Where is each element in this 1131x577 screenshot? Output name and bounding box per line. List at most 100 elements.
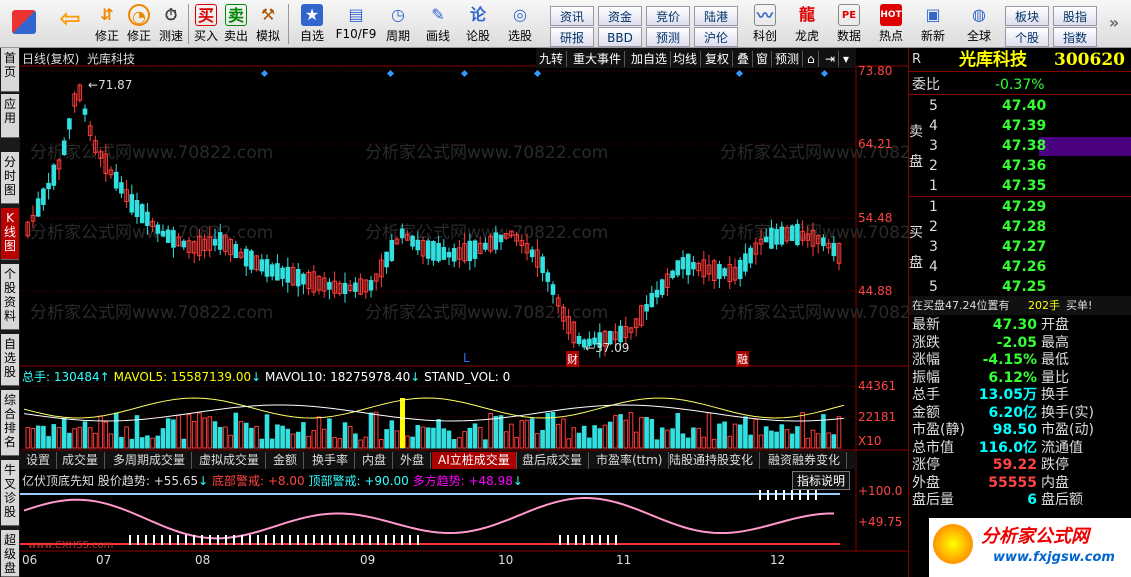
- bankuai-button[interactable]: 板块: [1005, 6, 1049, 26]
- buy-level-5[interactable]: 5 47.25: [909, 278, 1131, 298]
- zixun-button[interactable]: 资讯: [550, 6, 594, 26]
- tab-after-hours[interactable]: 盘后成交量: [516, 452, 590, 469]
- sell-book: 卖盘 5 47.40 4 47.39 3 47.38 2 47.36 1 47.35: [909, 97, 1131, 197]
- tab-virtual-volume[interactable]: 虚拟成交量: [193, 452, 267, 469]
- gegu-button[interactable]: 个股: [1005, 27, 1049, 47]
- jingjia-button[interactable]: 竞价: [646, 6, 690, 26]
- tab-outer[interactable]: 外盘: [394, 452, 432, 469]
- tab-margin[interactable]: 融资融券变化: [762, 452, 848, 469]
- sell-level-2[interactable]: 2 47.36: [909, 157, 1131, 177]
- sell-level-3[interactable]: 3 47.38: [909, 137, 1131, 157]
- marker-l[interactable]: L: [463, 351, 470, 365]
- buy-level-1[interactable]: 1 47.29: [909, 198, 1131, 218]
- home-button[interactable]: [4, 2, 44, 46]
- candle-body: [384, 251, 389, 268]
- tab-timeshare[interactable]: 分时图: [1, 152, 19, 204]
- xinxin-button[interactable]: ▣ 新新: [913, 2, 953, 46]
- marker-rongzi[interactable]: 融: [736, 351, 749, 367]
- buy-level-3[interactable]: 3 47.27: [909, 238, 1131, 258]
- volume-bar: [67, 432, 72, 449]
- major-events-control[interactable]: 重大事件: [570, 51, 626, 67]
- volume-bar: [368, 412, 374, 449]
- buy-button[interactable]: 买买入: [192, 2, 220, 46]
- cejue-button[interactable]: ⏱ 测速: [156, 2, 186, 46]
- tab-settings[interactable]: 设置: [20, 452, 58, 469]
- tab-ranking[interactable]: 综合排名: [1, 390, 19, 456]
- add-watch-control[interactable]: 加自选: [628, 51, 672, 67]
- tab-kline[interactable]: K线图: [1, 208, 19, 260]
- xuangu-button[interactable]: ◎ 选股: [500, 2, 540, 46]
- yuce-button[interactable]: 预测: [646, 27, 690, 47]
- home-icon[interactable]: ⌂: [804, 51, 819, 67]
- sell-level-1[interactable]: 1 47.35: [909, 177, 1131, 197]
- indicator-help-button[interactable]: 指标说明: [792, 471, 851, 490]
- tab-ai-volume[interactable]: AI立桩成交量: [432, 452, 517, 469]
- tab-amount[interactable]: 金额: [267, 452, 305, 469]
- f10-button[interactable]: ▤ F10/F9: [334, 2, 378, 46]
- zixuan-button[interactable]: ★ 自选: [292, 2, 332, 46]
- volume-bar: [483, 439, 488, 449]
- yanbao-button[interactable]: 研报: [550, 27, 594, 47]
- overlay-control[interactable]: 叠: [734, 51, 754, 67]
- shuju-button[interactable]: PE 数据: [829, 2, 869, 46]
- back-button[interactable]: ⇦: [50, 2, 90, 46]
- lugang-button[interactable]: 陆港: [694, 6, 738, 26]
- zhishu-button[interactable]: 指数: [1053, 27, 1097, 47]
- longhu-button[interactable]: 龍龙虎: [787, 2, 827, 46]
- predict-control[interactable]: 预测: [772, 51, 804, 67]
- volume-bar: [540, 429, 545, 449]
- bbd-button[interactable]: BBD: [598, 27, 642, 47]
- jiuzhuan-control[interactable]: 九转: [536, 51, 568, 67]
- window-control[interactable]: 窗: [753, 51, 773, 67]
- tab-super[interactable]: 超级盘: [1, 530, 19, 577]
- tab-watchlist[interactable]: 自选股: [1, 334, 19, 386]
- tab-multi-volume[interactable]: 多周期成交量: [107, 452, 193, 469]
- period-button[interactable]: ◷ 周期: [380, 2, 416, 46]
- hulun-button[interactable]: 沪伦: [694, 27, 738, 47]
- lungu-button[interactable]: 论论股: [460, 2, 496, 46]
- price-tick: 54.48: [858, 211, 893, 225]
- draw-line-button[interactable]: ✎ 画线: [420, 2, 456, 46]
- indicator-name[interactable]: 亿伏顶底先知: [22, 474, 94, 488]
- tab-stock-info[interactable]: 个股资料: [1, 264, 19, 330]
- stat-label: 换手: [1041, 387, 1069, 403]
- more-button[interactable]: »: [1100, 2, 1128, 46]
- ma-control[interactable]: 均线: [670, 51, 702, 67]
- tab-pe-ttm[interactable]: 市盈率(ttm): [590, 452, 670, 469]
- indicator-legend: 亿伏顶底先知 股价趋势: +55.65↓ 底部警戒: +8.00 顶部警戒: +…: [22, 472, 523, 489]
- ind-tick: +49.75: [858, 515, 903, 529]
- tab-home[interactable]: 首页: [1, 48, 19, 92]
- adjust-control[interactable]: 复权: [702, 51, 734, 67]
- candle-body: [436, 243, 441, 262]
- xiuzheng-button[interactable]: ⇵ 修正: [92, 2, 122, 46]
- candle-body: [217, 232, 223, 250]
- guzhi-button[interactable]: 股指: [1053, 6, 1097, 26]
- marker-caibao[interactable]: 财: [566, 351, 579, 367]
- tab-diagnose[interactable]: 牛叉诊股: [1, 460, 19, 526]
- tab-turnover[interactable]: 换手率: [306, 452, 356, 469]
- sell-level-4[interactable]: 4 47.39: [909, 117, 1131, 137]
- tab-hk-connect[interactable]: 陆股通持股变化: [663, 452, 761, 469]
- expand-icon[interactable]: ⇥: [822, 51, 840, 67]
- buy-level-4[interactable]: 4 47.26: [909, 258, 1131, 278]
- redian-button[interactable]: HOT 热点: [871, 2, 911, 46]
- sell-button[interactable]: 卖卖出: [222, 2, 250, 46]
- kechuang-chart-icon: 〰: [754, 4, 776, 26]
- tab-volume[interactable]: 成交量: [56, 452, 106, 469]
- kline-svg[interactable]: 分析家公式网www.70822.com 分析家公式网www.70822.com 分析…: [20, 48, 908, 577]
- mavol10: MAVOL10: 18275978.40: [265, 370, 411, 384]
- tab-apps[interactable]: 应用: [1, 94, 19, 138]
- volume-bar: [649, 418, 655, 449]
- xiuzheng2-button[interactable]: ◔ 修正: [124, 2, 154, 46]
- simulate-button[interactable]: ⚒ 模拟: [252, 2, 284, 46]
- tab-inner[interactable]: 内盘: [356, 452, 394, 469]
- buy-level-2[interactable]: 2 47.28: [909, 218, 1131, 238]
- kline-chart-area[interactable]: 分析家公式网www.70822.com 分析家公式网www.70822.com 分析…: [20, 48, 908, 577]
- candle-body: [618, 325, 623, 343]
- zijin-button[interactable]: 资金: [598, 6, 642, 26]
- kechuang-button[interactable]: 〰科创: [745, 2, 785, 46]
- quanqiu-button[interactable]: ◍ 全球: [957, 2, 1001, 46]
- dropdown-icon[interactable]: ▾: [840, 51, 852, 67]
- stat-label: 总市值: [912, 439, 954, 456]
- sell-level-5[interactable]: 5 47.40: [909, 97, 1131, 117]
